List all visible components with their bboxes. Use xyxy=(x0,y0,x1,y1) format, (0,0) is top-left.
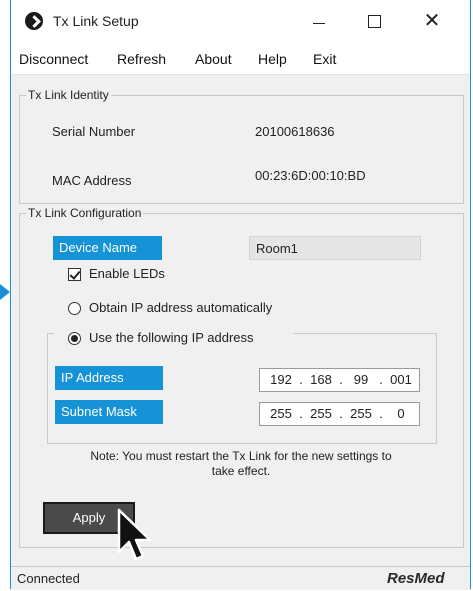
window-title: Tx Link Setup xyxy=(53,13,139,29)
ip-address-input[interactable]: 192 . 168 . 99 . 001 xyxy=(259,368,420,392)
menu-exit[interactable]: Exit xyxy=(313,51,336,67)
app-window: Tx Link Setup ✕ Disconnect Refresh About… xyxy=(10,0,471,590)
restart-note-line-1: Note: You must restart the Tx Link for t… xyxy=(90,449,392,463)
menu-about[interactable]: About xyxy=(195,51,232,67)
device-name-label: Device Name xyxy=(53,236,162,260)
enable-leds-label: Enable LEDs xyxy=(89,266,165,281)
configuration-legend: Tx Link Configuration xyxy=(28,206,142,220)
mouse-pointer-icon xyxy=(117,508,152,561)
identity-legend: Tx Link Identity xyxy=(28,88,109,102)
step-arrow-icon xyxy=(0,284,10,300)
status-bar: Connected ResMed xyxy=(11,566,470,590)
ip-octet-1: 192 xyxy=(270,372,292,387)
subnet-mask-input[interactable]: 255 . 255 . 255 . 0 xyxy=(259,402,420,426)
subnet-octet-1: 255 xyxy=(270,406,292,421)
mac-address-label: MAC Address xyxy=(52,173,132,188)
enable-leds-checkbox[interactable] xyxy=(68,268,81,281)
minimize-icon[interactable] xyxy=(296,6,342,36)
menu-help[interactable]: Help xyxy=(258,51,287,67)
ip-octet-4: 001 xyxy=(390,372,412,387)
serial-number-value: 20100618636 xyxy=(255,124,335,139)
restart-note-line-2: take effect. xyxy=(211,464,271,478)
use-ip-radio[interactable] xyxy=(68,332,81,345)
menu-bar: Disconnect Refresh About Help Exit xyxy=(11,42,470,75)
ip-octet-3: 99 xyxy=(353,372,369,387)
resmed-logo: ResMed xyxy=(387,570,445,587)
menu-refresh[interactable]: Refresh xyxy=(117,51,166,67)
connection-status: Connected xyxy=(17,571,80,586)
obtain-ip-label: Obtain IP address automatically xyxy=(89,300,273,315)
title-bar: Tx Link Setup ✕ xyxy=(11,0,470,42)
close-icon[interactable]: ✕ xyxy=(409,6,455,36)
serial-number-label: Serial Number xyxy=(52,124,136,139)
mac-address-value: 00:23:6D:00:10:BD xyxy=(255,168,366,183)
device-name-field[interactable]: Room1 xyxy=(249,236,421,260)
subnet-octet-3: 255 xyxy=(350,406,372,421)
ip-address-label: IP Address xyxy=(55,366,163,390)
restart-note: Note: You must restart the Tx Link for t… xyxy=(31,449,451,479)
use-ip-label: Use the following IP address xyxy=(89,330,254,345)
subnet-mask-label: Subnet Mask xyxy=(55,400,163,424)
menu-disconnect[interactable]: Disconnect xyxy=(19,51,88,67)
subnet-octet-4: 0 xyxy=(397,406,405,421)
maximize-icon[interactable] xyxy=(351,6,397,36)
app-logo-icon xyxy=(25,12,43,30)
ip-octet-2: 168 xyxy=(310,372,332,387)
subnet-octet-2: 255 xyxy=(310,406,332,421)
obtain-ip-radio[interactable] xyxy=(68,302,81,315)
